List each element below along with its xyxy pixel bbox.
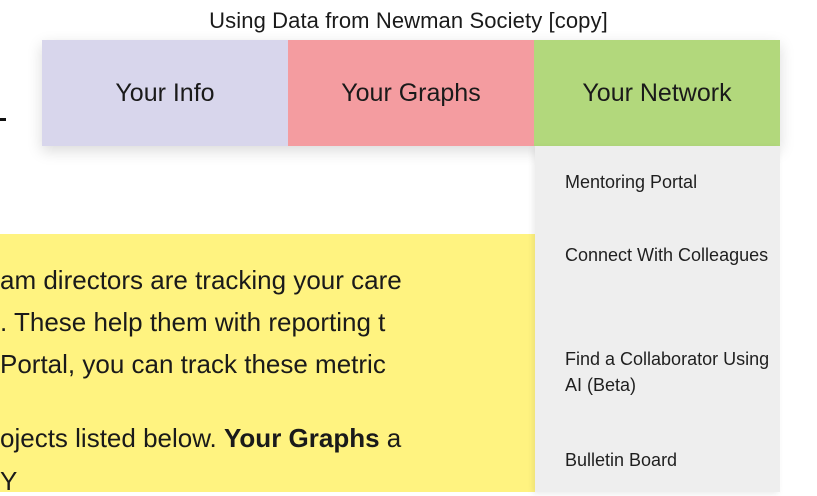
your-graphs-emphasis: Your Graphs: [224, 423, 380, 453]
menu-item-connect-with-colleagues[interactable]: Connect With Colleagues: [565, 242, 775, 268]
menu-item-find-collaborator[interactable]: Find a Collaborator Using AI (Beta): [565, 346, 775, 398]
page-title: Using Data from Newman Society [copy]: [209, 8, 608, 33]
info-text-line: Portal, you can track these metric: [0, 349, 386, 379]
info-text-line: am directors are tracking your care: [0, 265, 402, 295]
tab-your-info[interactable]: Your Info: [42, 40, 288, 146]
tab-your-graphs[interactable]: Your Graphs: [288, 40, 534, 146]
info-text-segment: ojects listed below.: [0, 423, 225, 453]
network-dropdown-menu: Mentoring Portal Connect With Colleagues…: [535, 146, 780, 492]
edge-divider: [0, 118, 6, 121]
main-tabs: Your Info Your Graphs Your Network: [42, 40, 780, 146]
menu-item-mentoring-portal[interactable]: Mentoring Portal: [565, 169, 775, 195]
tab-your-network[interactable]: Your Network: [534, 40, 780, 146]
info-text-segment: a: [379, 423, 402, 453]
info-panel: am directors are tracking your care . Th…: [0, 234, 600, 496]
info-text-line: ojects listed below. Your Graphs a: [0, 423, 600, 453]
info-text-line: . These help them with reporting t: [0, 307, 386, 337]
menu-item-bulletin-board[interactable]: Bulletin Board: [565, 447, 775, 473]
